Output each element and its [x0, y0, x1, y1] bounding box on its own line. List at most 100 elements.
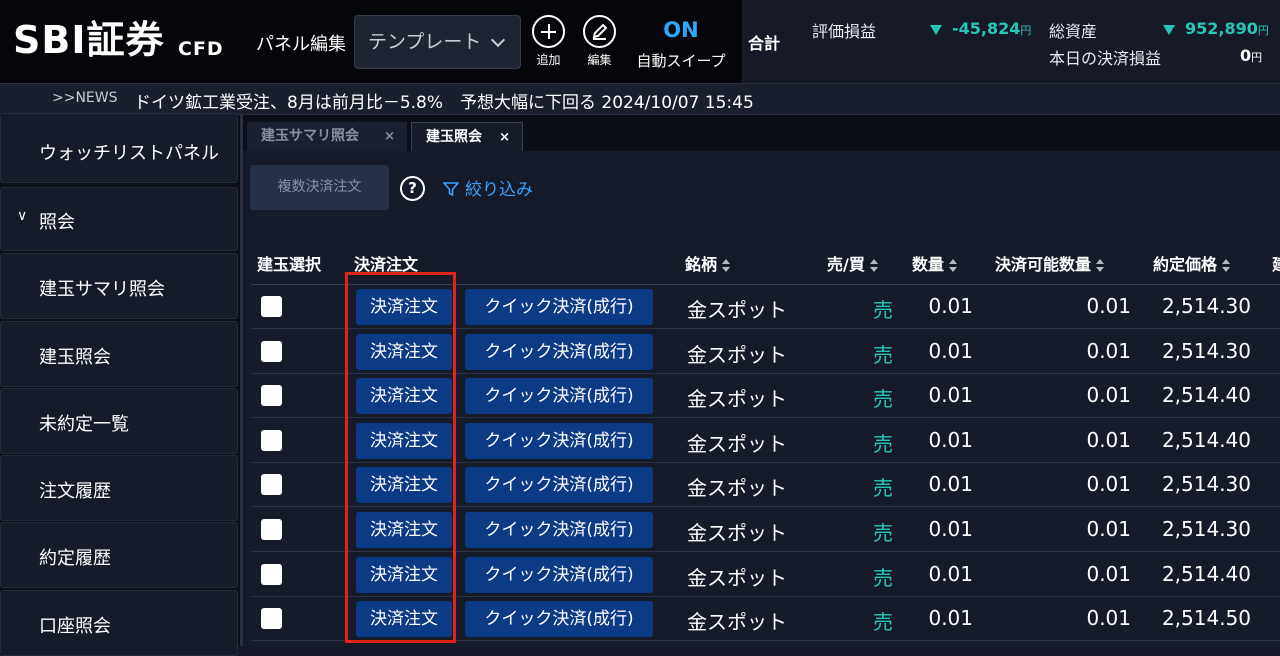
closable-qty-cell: 0.01 — [1086, 472, 1131, 497]
quick-close-button[interactable]: クイック決済(成行) — [465, 333, 653, 370]
plus-icon — [532, 15, 565, 48]
filter-label: 絞り込み — [465, 180, 533, 200]
closable-qty-cell: 0.01 — [1086, 338, 1131, 363]
position-select-checkbox[interactable] — [261, 519, 282, 540]
side-cell: 売 — [873, 565, 893, 590]
col-header-price[interactable]: 約定価格 — [1153, 251, 1231, 275]
col-header-qty[interactable]: 数量 — [912, 251, 958, 275]
quick-close-button[interactable]: クイック決済(成行) — [465, 467, 653, 504]
price-cell: 2,514.40 — [1161, 383, 1251, 408]
sidebar-item-positions[interactable]: 建玉照会 — [0, 321, 238, 387]
price-cell: 2,514.30 — [1161, 472, 1251, 497]
down-arrow-icon — [930, 24, 942, 35]
auto-sweep-label: 自動スイープ — [636, 52, 726, 70]
price-cell: 2,514.30 — [1161, 338, 1251, 363]
news-tag: >>NEWS — [52, 90, 118, 106]
side-cell: 売 — [873, 387, 893, 412]
sidebar-item-account[interactable]: 口座照会 — [0, 590, 238, 656]
tab-label: 建玉照会 — [426, 129, 482, 145]
symbol-cell: 金スポット — [687, 431, 787, 456]
col-header-symbol[interactable]: 銘柄 — [685, 251, 731, 275]
side-cell: 売 — [873, 431, 893, 456]
sort-icon — [1096, 258, 1105, 273]
multi-close-order-button[interactable]: 複数決済注文 — [250, 165, 389, 210]
position-select-checkbox[interactable] — [261, 608, 282, 630]
price-cell: 2,514.40 — [1161, 427, 1251, 452]
position-select-checkbox[interactable] — [261, 474, 282, 496]
sidebar-item-label: ウォッチリストパネル — [39, 143, 219, 164]
closable-qty-cell: 0.01 — [1086, 606, 1131, 631]
quick-close-button[interactable]: クイック決済(成行) — [465, 289, 653, 325]
symbol-cell: 金スポット — [687, 565, 787, 590]
edit-panel-button[interactable]: 編集 — [583, 15, 616, 68]
tab-position-summary[interactable]: 建玉サマリ照会 × — [247, 122, 407, 151]
help-icon[interactable]: ? — [400, 176, 425, 201]
quick-close-button[interactable]: クイック決済(成行) — [465, 556, 653, 593]
position-select-checkbox[interactable] — [261, 563, 282, 585]
sidebar-item-label: 建玉照会 — [39, 347, 111, 368]
qty-cell: 0.01 — [928, 606, 973, 631]
chevron-down-icon: ∨ — [17, 208, 28, 224]
total-assets-value: 952,890円 — [1163, 19, 1269, 38]
closable-qty-cell: 0.01 — [1086, 294, 1131, 318]
position-select-checkbox[interactable] — [261, 429, 282, 451]
today-settle-value: 0円 — [1240, 46, 1263, 65]
sidebar-item-label: 建玉サマリ照会 — [39, 279, 165, 300]
auto-sweep-toggle[interactable]: ON — [632, 18, 730, 42]
news-headline[interactable]: ドイツ鉱工業受注、8月は前月比－5.8% 予想大幅に下回る 2024/10/07… — [134, 88, 754, 113]
qty-cell: 0.01 — [928, 338, 973, 363]
tab-positions[interactable]: 建玉照会 × — [411, 122, 523, 151]
sidebar-item-open-orders[interactable]: 未約定一覧 — [0, 388, 238, 454]
closable-qty-cell: 0.01 — [1086, 427, 1131, 452]
col-header-select: 建玉選択 — [257, 255, 322, 274]
top-header: SBI証券 CFD パネル編集 テンプレート 追加 編集 ON 自動スイープ 合… — [0, 0, 1280, 83]
total-label: 合計 — [748, 34, 781, 53]
symbol-cell: 金スポット — [687, 521, 787, 545]
sidebar-item-position-summary[interactable]: 建玉サマリ照会 — [0, 253, 238, 319]
sidebar-group-label: 照会 — [39, 212, 75, 233]
panel-edit-label: パネル編集 — [256, 34, 346, 55]
sort-icon — [722, 258, 731, 273]
sidebar-item-label: 口座照会 — [39, 616, 111, 637]
sidebar-item-label: 未約定一覧 — [39, 414, 129, 435]
col-header-closable-qty[interactable]: 決済可能数量 — [995, 251, 1105, 275]
quick-close-button[interactable]: クイック決済(成行) — [465, 378, 653, 415]
side-cell: 売 — [873, 476, 893, 501]
price-cell: 2,514.40 — [1161, 561, 1251, 586]
add-panel-button[interactable]: 追加 — [532, 15, 565, 68]
position-select-checkbox[interactable] — [261, 296, 282, 317]
position-select-checkbox[interactable] — [261, 385, 282, 407]
symbol-cell: 金スポット — [687, 342, 787, 367]
side-cell: 売 — [873, 342, 893, 367]
tab-label: 建玉サマリ照会 — [261, 128, 359, 144]
col-header-side[interactable]: 売/買 — [827, 251, 878, 275]
sort-icon — [869, 258, 878, 273]
valuation-value: -45,824円 — [930, 19, 1031, 38]
close-icon[interactable]: × — [499, 123, 510, 152]
quick-close-button[interactable]: クイック決済(成行) — [465, 512, 653, 548]
sidebar-item-label: 注文履歴 — [39, 481, 111, 502]
filter-icon — [442, 182, 460, 197]
symbol-cell: 金スポット — [687, 387, 787, 412]
news-ticker[interactable]: >>NEWS ドイツ鉱工業受注、8月は前月比－5.8% 予想大幅に下回る 202… — [0, 83, 1280, 115]
sidebar-item-order-history[interactable]: 注文履歴 — [0, 455, 238, 521]
sidebar-item-execution-history[interactable]: 約定履歴 — [0, 522, 238, 588]
template-select-value: テンプレート — [368, 31, 482, 53]
price-cell: 2,514.30 — [1161, 517, 1251, 541]
position-select-checkbox[interactable] — [261, 340, 282, 362]
qty-cell: 0.01 — [928, 427, 973, 452]
tab-strip: 建玉サマリ照会 × 建玉照会 × — [243, 115, 1280, 151]
down-arrow-icon — [1163, 24, 1175, 35]
filter-button[interactable]: 絞り込み — [442, 175, 533, 200]
quick-close-button[interactable]: クイック決済(成行) — [465, 422, 653, 459]
sidebar-item-watchlist[interactable]: ウォッチリストパネル — [0, 113, 238, 183]
quick-close-button[interactable]: クイック決済(成行) — [465, 601, 653, 638]
pencil-icon — [583, 15, 616, 48]
sidebar-group-inquiry[interactable]: ∨ 照会 — [0, 187, 238, 251]
qty-cell: 0.01 — [928, 472, 973, 497]
template-select[interactable]: テンプレート — [354, 15, 521, 69]
side-cell: 売 — [873, 521, 893, 545]
qty-cell: 0.01 — [928, 383, 973, 408]
close-icon[interactable]: × — [384, 122, 395, 151]
qty-cell: 0.01 — [928, 517, 973, 541]
